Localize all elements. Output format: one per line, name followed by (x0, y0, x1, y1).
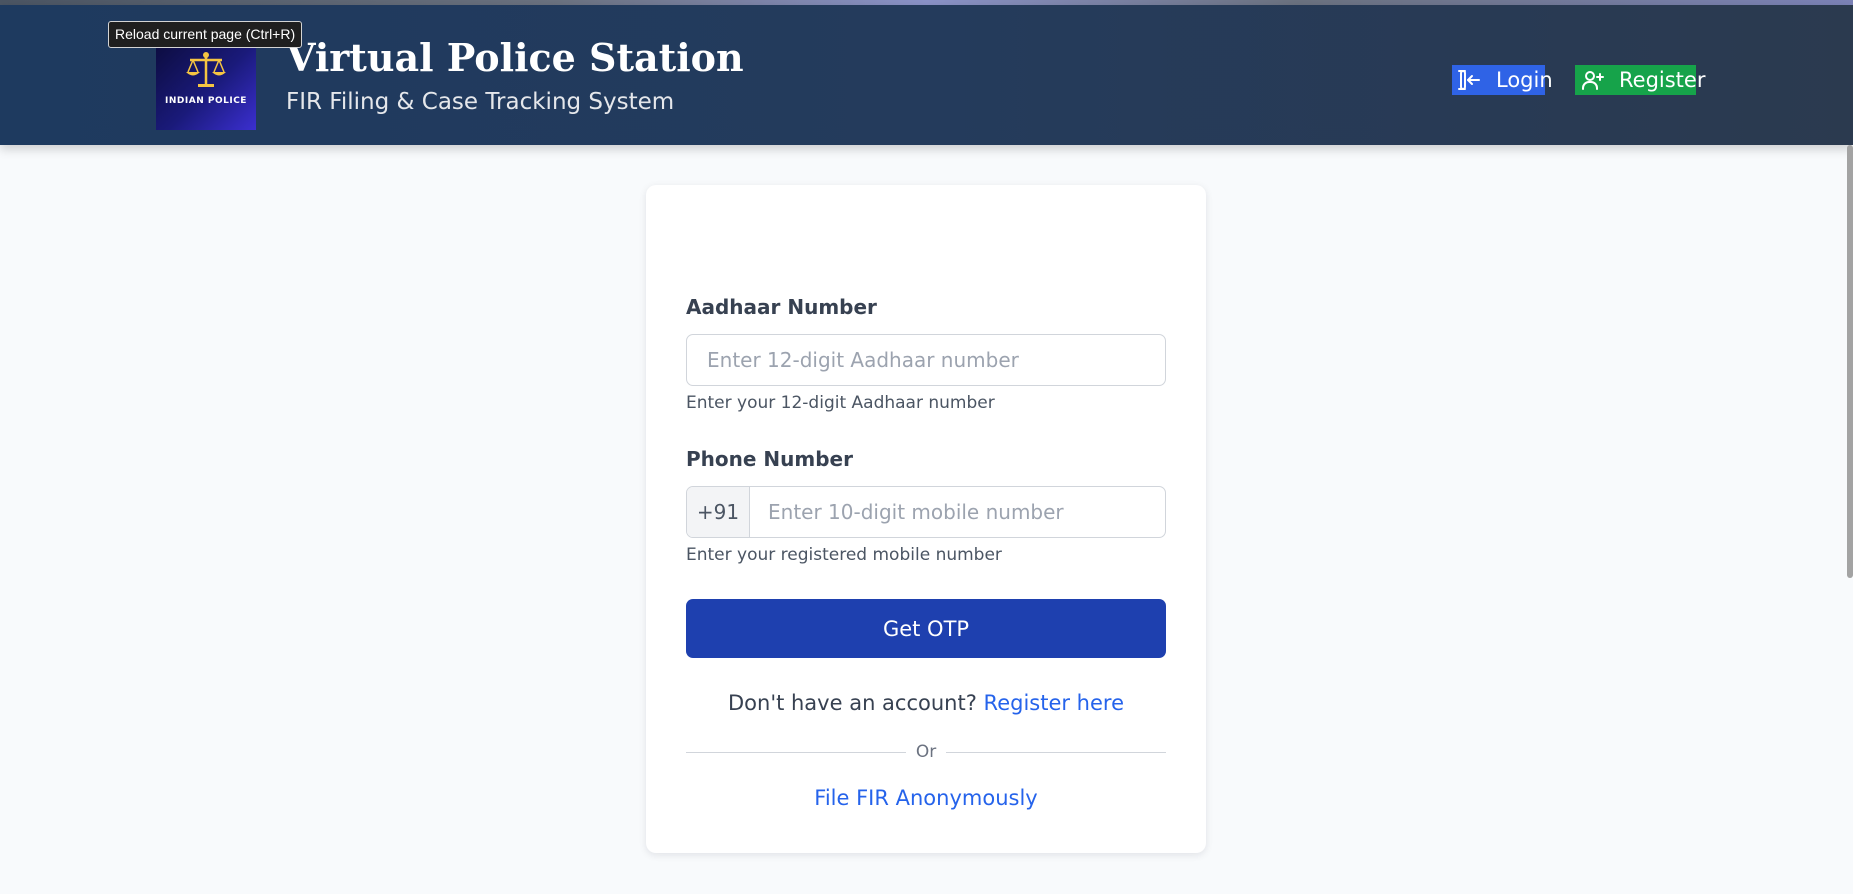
get-otp-button[interactable]: Get OTP (686, 599, 1166, 658)
aadhaar-help-text: Enter your 12-digit Aadhaar number (686, 393, 995, 413)
logo-text: INDIAN POLICE (165, 95, 247, 106)
or-divider: Or (686, 741, 1166, 763)
login-icon (1458, 70, 1480, 90)
add-user-icon (1582, 71, 1604, 90)
register-label: Register (1619, 68, 1706, 92)
scrollbar-thumb[interactable] (1847, 145, 1853, 578)
site-subtitle: FIR Filing & Case Tracking System (286, 89, 675, 115)
reload-tooltip: Reload current page (Ctrl+R) (108, 21, 303, 48)
login-label: Login (1496, 68, 1553, 92)
scales-of-justice-icon (186, 51, 226, 87)
aadhaar-label: Aadhaar Number (686, 295, 877, 319)
register-button[interactable]: Register (1575, 65, 1705, 95)
login-card: Aadhaar Number Enter your 12-digit Aadha… (646, 185, 1206, 853)
site-title: Virtual Police Station (286, 35, 744, 80)
phone-input-group: +91 (686, 486, 1166, 538)
divider-text: Or (915, 742, 937, 762)
account-prompt-text: Don't have an account? (727, 691, 977, 715)
phone-input[interactable] (750, 487, 1165, 537)
login-button[interactable]: Login (1452, 65, 1553, 95)
divider-line-left (686, 751, 906, 753)
police-logo[interactable]: INDIAN POLICE (156, 35, 256, 130)
country-code-prefix: +91 (687, 487, 750, 537)
phone-label: Phone Number (686, 447, 853, 471)
account-prompt-line: Don't have an account? Register here (646, 691, 1206, 715)
register-here-link[interactable]: Register here (984, 691, 1124, 715)
file-fir-anonymously-link[interactable]: File FIR Anonymously (646, 786, 1206, 810)
phone-help-text: Enter your registered mobile number (686, 545, 1002, 565)
aadhaar-input[interactable] (686, 334, 1166, 386)
divider-line-right (946, 751, 1166, 753)
